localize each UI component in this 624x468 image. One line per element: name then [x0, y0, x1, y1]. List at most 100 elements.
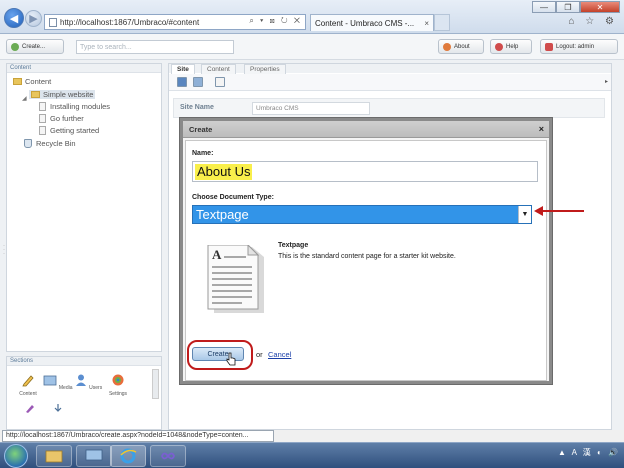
document-type-value: Textpage [196, 207, 249, 222]
browser-tab-content[interactable]: Content - Umbraco CMS -... × [310, 14, 434, 31]
document-icon [39, 126, 46, 135]
tree-node-label: Content [25, 77, 52, 86]
name-label: Name: [192, 150, 214, 157]
save-icon[interactable] [177, 77, 187, 87]
address-actions-icon[interactable]: ⌕ ▾ ⊠ ↻ ✕ [249, 16, 302, 26]
editor-toolbar [169, 74, 611, 91]
doctype-title: Textpage [278, 242, 309, 249]
back-button[interactable]: ◀ [4, 8, 24, 28]
taskbar-internet-explorer[interactable] [110, 445, 146, 467]
about-icon [443, 42, 451, 51]
download-icon[interactable] [53, 403, 63, 413]
tree-node-recycle-bin[interactable]: Recycle Bin [24, 139, 76, 148]
minimize-button[interactable]: — [532, 1, 556, 13]
doctype-description: This is the standard content page for a … [278, 253, 456, 260]
tree-node-getting-started[interactable]: Getting started [39, 126, 99, 135]
tab-properties[interactable]: Properties [244, 64, 286, 74]
search-input[interactable]: Type to search... [76, 40, 234, 54]
tab-site[interactable]: Site [171, 64, 195, 74]
section-media[interactable]: Media [43, 373, 73, 391]
chevron-down-icon[interactable]: ▼ [518, 206, 531, 223]
infinity-icon [161, 452, 175, 460]
panel-splitter[interactable]: · · · [3, 243, 5, 257]
taskbar-visual-studio[interactable] [150, 445, 186, 467]
address-text: http://localhost:1867/Umbraco/#content [60, 17, 200, 27]
tab-title: Content - Umbraco CMS -... [315, 18, 415, 28]
folder-icon [13, 78, 22, 85]
tree-node-go-further[interactable]: Go further [39, 114, 84, 123]
doctype-label: Choose Document Type: [192, 194, 274, 201]
taskbar-remote[interactable] [76, 445, 112, 467]
folder-icon [45, 450, 63, 463]
section-settings[interactable]: Settings [103, 373, 133, 397]
content-tree-panel: Content Content ◢ Simple website Install… [6, 63, 162, 352]
start-button[interactable] [4, 444, 28, 468]
about-button[interactable]: About [438, 39, 484, 54]
browser-tools-icons[interactable]: ⌂ ☆ ⚙ [568, 16, 618, 27]
tab-close-icon[interactable]: × [424, 19, 429, 28]
document-type-select[interactable]: Textpage ▼ [192, 205, 532, 224]
dialog-create-button[interactable]: Create [192, 347, 244, 361]
arrow-left-icon: ◀ [9, 12, 19, 25]
hand-cursor-icon [226, 352, 236, 366]
cancel-link[interactable]: Cancel [268, 350, 291, 359]
tree-node-label: Getting started [50, 126, 100, 135]
create-dialog: Create × Name: About Us Choose Document … [180, 118, 552, 384]
save-publish-icon[interactable] [193, 77, 203, 87]
svg-text:A: A [212, 247, 222, 262]
tree-node-content[interactable]: Content [13, 77, 51, 86]
media-icon [44, 375, 57, 386]
settings-icon [112, 374, 124, 386]
help-button[interactable]: Help [490, 39, 532, 54]
window-close-button[interactable]: ✕ [580, 1, 620, 13]
dialog-close-icon[interactable]: × [539, 121, 544, 138]
tree-node-label: Simple website [43, 90, 94, 99]
dialog-title: Create × [183, 121, 549, 138]
create-icon [11, 42, 19, 51]
create-button[interactable]: Create... [6, 39, 64, 54]
create-button-label: Create... [22, 43, 46, 50]
document-icon [39, 114, 46, 123]
sections-scrollbar[interactable] [152, 369, 159, 399]
status-url: http://localhost:1867/Umbraco/create.asp… [2, 430, 274, 442]
maximize-button[interactable]: ❐ [556, 1, 580, 13]
name-field-value: About Us [195, 164, 253, 180]
tree-node-label: Go further [50, 114, 84, 123]
taskbar: ▲ A 漢 ◐ 🔊 [0, 442, 624, 468]
section-label: Media [58, 385, 73, 391]
new-tab-button[interactable] [434, 14, 450, 31]
monitor-icon [85, 449, 103, 461]
logout-button[interactable]: Logout: admin [540, 39, 618, 54]
system-tray[interactable]: ▲ A 漢 ◐ 🔊 [558, 447, 620, 458]
help-label: Help [506, 43, 519, 50]
content-panel-header: Content [7, 64, 161, 73]
tree-node-label: Recycle Bin [36, 139, 76, 148]
taskbar-explorer[interactable] [36, 445, 72, 467]
status-bar: http://localhost:1867/Umbraco/create.asp… [0, 430, 624, 442]
name-field[interactable]: About Us [192, 161, 538, 182]
logout-icon [545, 42, 553, 51]
browser-toolbar: ◀ ▶ http://localhost:1867/Umbraco/#conte… [0, 0, 624, 34]
forward-button[interactable]: ▶ [25, 10, 42, 27]
arrow-right-icon: ▶ [29, 13, 38, 25]
document-preview-icon: A [207, 245, 264, 313]
section-content[interactable]: Content [13, 373, 43, 397]
developer-icon[interactable] [25, 403, 35, 413]
window-controls: — ❐ ✕ [532, 1, 620, 13]
about-label: About [454, 43, 470, 50]
address-bar[interactable]: http://localhost:1867/Umbraco/#content ⌕… [44, 14, 306, 30]
annotation-arrow-icon [534, 206, 584, 216]
tree-node-label: Installing modules [50, 102, 111, 111]
site-name-input[interactable]: Umbraco CMS [252, 102, 370, 115]
tree-node-installing-modules[interactable]: Installing modules [39, 102, 110, 111]
internet-explorer-icon [120, 448, 137, 464]
preview-icon[interactable] [215, 77, 225, 87]
folder-icon [31, 91, 40, 98]
toolbar-scroll-right-icon[interactable]: ▸ [605, 78, 608, 85]
tab-content[interactable]: Content [201, 64, 236, 74]
tree-expand-icon[interactable]: ◢ [22, 95, 27, 102]
tree-node-simple-website[interactable]: Simple website [29, 90, 96, 99]
section-users[interactable]: Users [73, 373, 103, 391]
section-label: Settings [108, 391, 128, 397]
or-text: or [256, 350, 263, 359]
